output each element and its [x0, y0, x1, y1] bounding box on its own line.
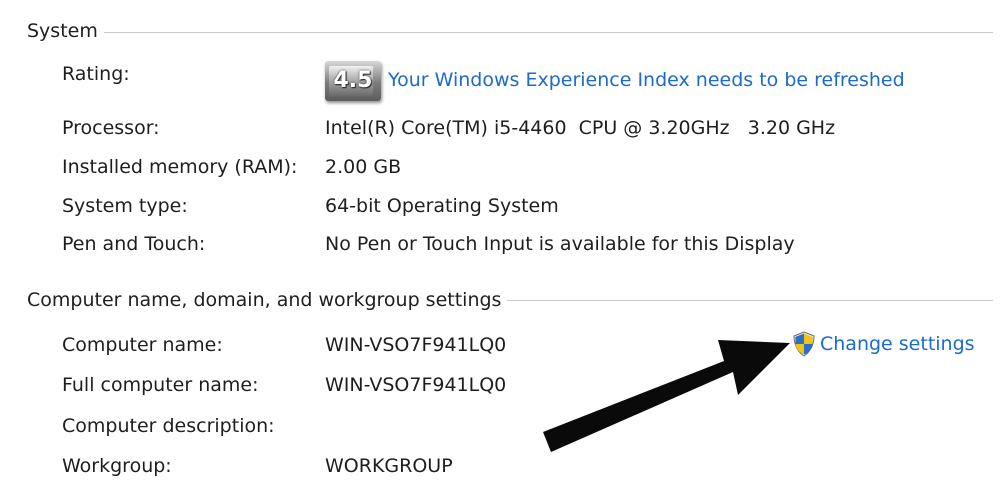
processor-label: Processor: [62, 117, 160, 139]
pen-and-touch-label: Pen and Touch: [62, 233, 206, 255]
change-settings-label: Change settings [820, 333, 975, 355]
computer-name-value: WIN-VSO7F941LQ0 [325, 334, 507, 356]
uac-shield-icon [793, 331, 815, 357]
installed-memory-value: 2.00 GB [325, 156, 402, 178]
windows-experience-index-badge-icon[interactable]: 4.5 [325, 61, 381, 101]
rating-label: Rating: [62, 63, 130, 85]
computer-section-divider [480, 300, 993, 301]
rating-score: 4.5 [333, 68, 373, 93]
processor-value: Intel(R) Core(TM) i5-4460 CPU @ 3.20GHz … [325, 117, 836, 139]
system-type-value: 64-bit Operating System [325, 195, 559, 217]
full-computer-name-label: Full computer name: [62, 374, 259, 396]
workgroup-value: WORKGROUP [325, 455, 453, 477]
installed-memory-label: Installed memory (RAM): [62, 156, 298, 178]
system-type-label: System type: [62, 195, 188, 217]
computer-description-label: Computer description: [62, 415, 275, 437]
pen-and-touch-value: No Pen or Touch Input is available for t… [325, 233, 795, 255]
computer-section-title: Computer name, domain, and workgroup set… [27, 289, 508, 311]
system-section-title: System [27, 20, 104, 42]
workgroup-label: Workgroup: [62, 455, 172, 477]
full-computer-name-value: WIN-VSO7F941LQ0 [325, 374, 507, 396]
computer-name-label: Computer name: [62, 334, 223, 356]
rating-refresh-link[interactable]: Your Windows Experience Index needs to b… [388, 69, 905, 91]
system-section-divider [90, 32, 993, 33]
change-settings-link[interactable]: Change settings [792, 331, 975, 357]
